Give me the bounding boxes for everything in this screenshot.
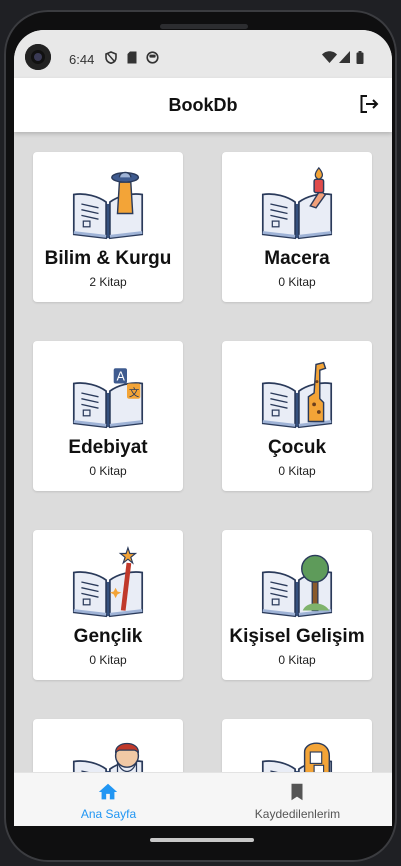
bookmark-icon [291,783,303,801]
page-title: BookDb [168,95,238,115]
wifi-icon [322,51,337,63]
category-card[interactable]: Macera 0 Kitap [222,152,372,302]
device-frame: 6:44 BookDb Bilim & Kurgu 2 Kitap Macera… [0,0,401,866]
category-card[interactable]: A 文 Edebiyat 0 Kitap [33,341,183,491]
status-bar: 6:44 [14,30,392,78]
svg-text:A: A [117,370,126,384]
category-title: Bilim & Kurgu [44,248,172,269]
nav-item-home[interactable]: Ana Sayfa [14,773,203,826]
signal-icon [339,51,350,63]
sd-card-icon [127,51,137,64]
category-card[interactable] [33,719,183,772]
book-ufo-icon [72,171,144,240]
category-count: 0 Kitap [278,275,316,289]
category-count: 2 Kitap [89,275,127,289]
face-icon [146,51,159,64]
nav-item-saved[interactable]: Kaydedilenlerim [203,773,392,826]
camera-icon [25,44,51,70]
category-card[interactable] [222,719,372,772]
logout-icon[interactable] [357,92,381,116]
app-bar: BookDb [14,78,392,132]
shield-icon [105,51,117,64]
status-time: 6:44 [69,52,95,67]
app-screen: 6:44 BookDb Bilim & Kurgu 2 Kitap Macera… [14,30,392,826]
category-count: 0 Kitap [278,464,316,478]
book-puzzle-head-icon [261,742,333,772]
book-translate-icon: A 文 [72,368,144,429]
category-card[interactable]: Kişisel Gelişim 0 Kitap [222,530,372,680]
category-card[interactable]: Bilim & Kurgu 2 Kitap [33,152,183,302]
nav-label-home: Ana Sayfa [80,807,137,821]
nav-label-saved: Kaydedilenlerim [254,807,341,821]
gesture-bar [150,838,254,842]
category-title: Gençlik [73,626,143,647]
book-torch-icon [261,166,333,240]
speaker-grille [160,24,248,29]
category-count: 0 Kitap [89,653,127,667]
category-title: Edebiyat [68,437,148,458]
category-count: 0 Kitap [89,464,127,478]
category-count: 0 Kitap [278,653,316,667]
battery-icon [356,51,364,64]
book-wand-icon [72,545,144,618]
category-title: Kişisel Gelişim [229,626,365,647]
book-giraffe-icon [261,361,333,429]
home-icon [98,783,118,800]
category-title: Macera [264,248,330,269]
svg-text:文: 文 [129,386,140,399]
book-portrait-icon [72,742,144,772]
book-tree-icon [261,554,333,618]
category-card[interactable]: Gençlik 0 Kitap [33,530,183,680]
category-card[interactable]: Çocuk 0 Kitap [222,341,372,491]
category-title: Çocuk [267,437,327,458]
bottom-navigation: Ana Sayfa Kaydedilenlerim [14,772,392,826]
category-grid: Bilim & Kurgu 2 Kitap Macera 0 Kitap A 文… [14,132,392,772]
